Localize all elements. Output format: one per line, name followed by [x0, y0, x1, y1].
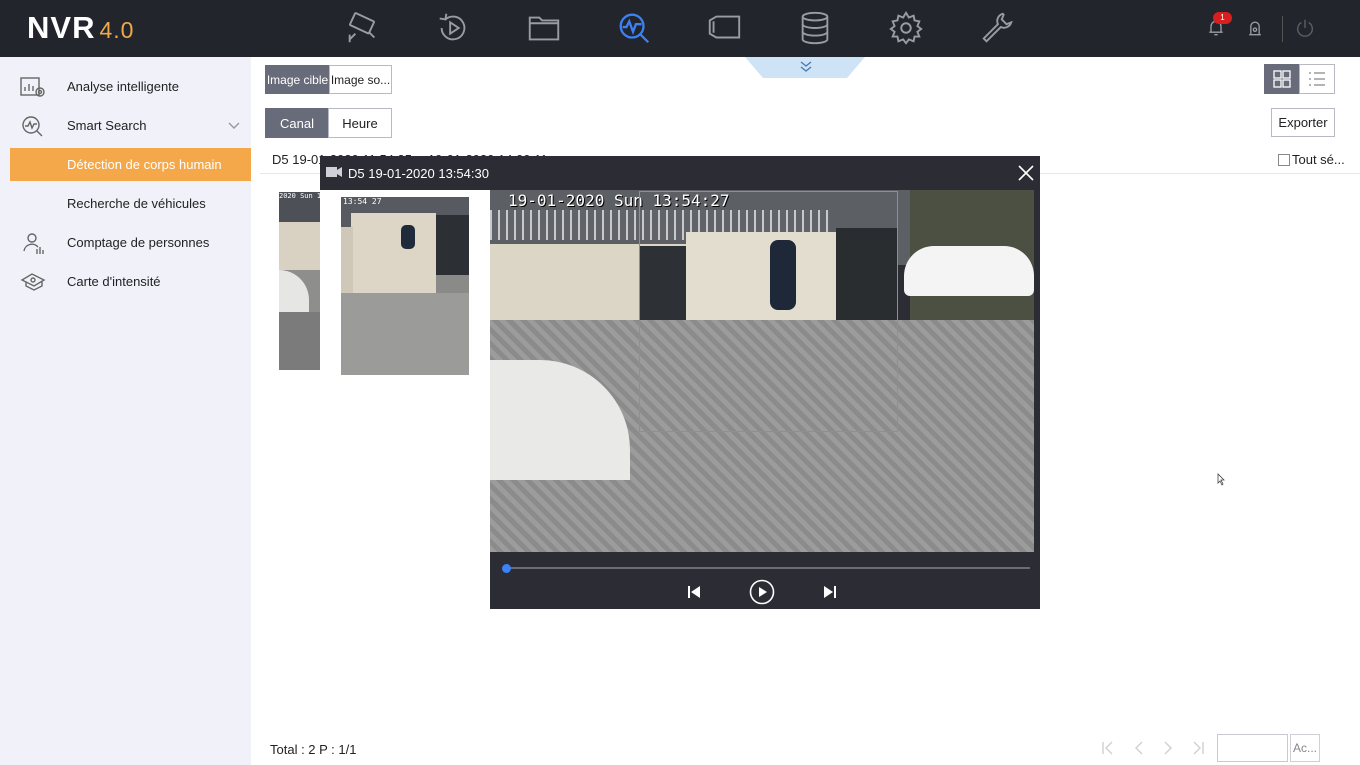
database-icon[interactable]	[794, 8, 836, 48]
play-icon	[749, 579, 775, 605]
skip-next-icon	[824, 586, 836, 598]
skip-previous-icon	[688, 586, 700, 598]
wrench-icon[interactable]	[976, 8, 1018, 48]
play-button[interactable]	[749, 579, 775, 605]
people-count-icon	[23, 233, 44, 254]
power-icon[interactable]	[1292, 14, 1318, 42]
grid-view-button[interactable]	[1264, 64, 1300, 94]
top-bar	[0, 0, 1360, 57]
playback-progress-bar[interactable]	[506, 567, 1030, 569]
sidebar-item-label: Recherche de véhicules	[67, 196, 206, 211]
sidebar-item-recherche-vehicules[interactable]: Recherche de véhicules	[0, 187, 251, 220]
sidebar-item-detection-corps-humain[interactable]: Détection de corps humain	[10, 148, 251, 181]
tab-canal[interactable]: Canal	[265, 108, 329, 138]
analytics-icon	[20, 77, 45, 97]
sidebar-item-label: Analyse intelligente	[67, 79, 180, 94]
user-lock-icon[interactable]	[1242, 14, 1268, 42]
thumbnail-osd: 2020 Sun 1	[279, 192, 320, 200]
playback-icon[interactable]	[432, 8, 474, 48]
topbar-divider	[1282, 16, 1283, 42]
progress-handle[interactable]	[502, 564, 511, 573]
next-button[interactable]	[817, 580, 843, 604]
heatmap-icon	[20, 273, 46, 291]
result-total: Total : 2 P : 1/1	[270, 742, 357, 757]
select-all-label: Tout sé...	[1292, 152, 1345, 167]
smart-search-icon	[22, 116, 43, 137]
camera-icon[interactable]	[341, 8, 383, 48]
human-detection-box	[639, 191, 898, 432]
popup-title: D5 19-01-2020 13:54:30	[348, 166, 489, 181]
previous-button[interactable]	[681, 580, 707, 604]
checkbox-box	[1278, 153, 1290, 166]
nvr-logo: NVR 4.0	[27, 10, 135, 45]
page-number-input[interactable]	[1217, 734, 1288, 762]
collapse-toolbar-tab[interactable]	[745, 57, 865, 78]
first-page-icon[interactable]	[1099, 739, 1117, 757]
list-icon	[1309, 72, 1325, 86]
tab-image-source[interactable]: Image so...	[329, 65, 392, 94]
video-camera-icon	[326, 167, 342, 177]
sidebar-item-smart-search[interactable]: Smart Search	[0, 109, 251, 142]
smart-search-icon[interactable]	[613, 8, 655, 48]
thumbnail-osd: 13:54 27	[343, 197, 382, 206]
folder-icon[interactable]	[523, 8, 565, 48]
last-page-icon[interactable]	[1189, 739, 1207, 757]
alarm-count-badge: 1	[1213, 12, 1232, 24]
previous-page-icon[interactable]	[1130, 739, 1148, 757]
go-to-page-button[interactable]: Ac...	[1290, 734, 1320, 762]
mouse-cursor-icon	[1217, 473, 1225, 486]
result-thumbnail[interactable]: 13:54 27	[341, 197, 469, 375]
select-all-checkbox[interactable]: Tout sé...	[1278, 152, 1345, 167]
video-frame[interactable]: 19-01-2020 Sun 13:54:27	[490, 190, 1034, 552]
gear-icon[interactable]	[885, 8, 927, 48]
sidebar-item-comptage-personnes[interactable]: Comptage de personnes	[0, 226, 251, 259]
sidebar-item-label: Carte d'intensité	[67, 274, 161, 289]
sidebar-item-label: Smart Search	[67, 118, 147, 133]
tab-image-cible[interactable]: Image cible	[265, 65, 330, 94]
tag-icon[interactable]	[703, 8, 745, 48]
list-view-button[interactable]	[1299, 64, 1335, 94]
export-button[interactable]: Exporter	[1271, 108, 1335, 137]
tab-heure[interactable]: Heure	[328, 108, 392, 138]
sidebar-item-carte-intensite[interactable]: Carte d'intensité	[0, 265, 251, 298]
sidebar-item-label: Comptage de personnes	[67, 235, 210, 250]
sidebar-item-analyse-intelligente[interactable]: Analyse intelligente	[0, 70, 251, 103]
sidebar-item-label: Détection de corps humain	[67, 157, 222, 172]
chevron-down-icon	[228, 122, 240, 129]
grid-icon	[1273, 70, 1291, 88]
close-icon[interactable]	[1016, 163, 1036, 183]
next-page-icon[interactable]	[1159, 739, 1177, 757]
result-thumbnail[interactable]: 2020 Sun 1	[279, 192, 320, 370]
